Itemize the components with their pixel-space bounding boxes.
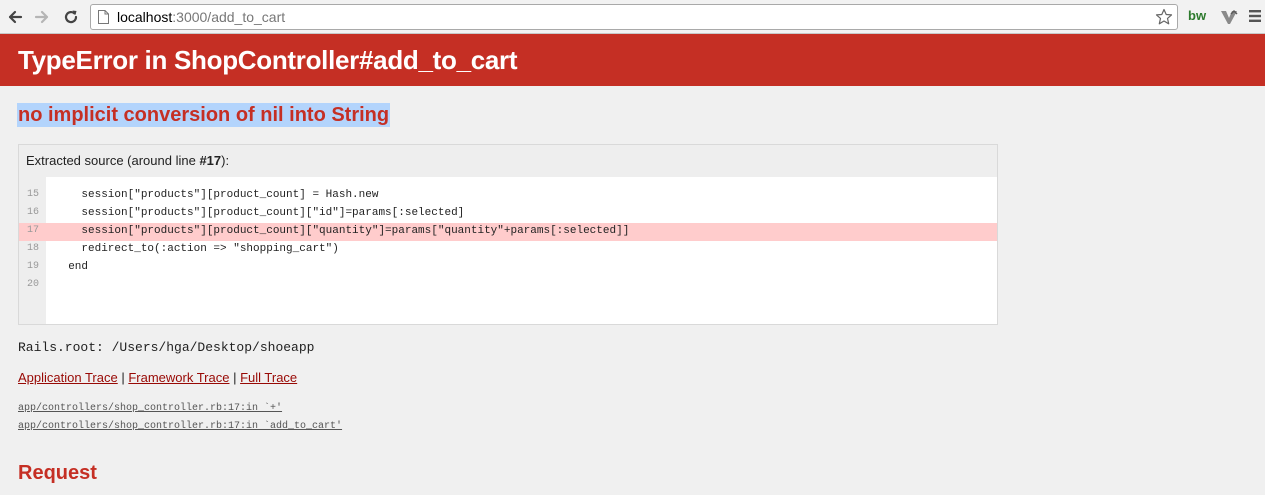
code-line: 16 session["products"][product_count]["i… [19,205,997,223]
code-line: 18 redirect_to(:action => "shopping_cart… [19,241,997,259]
arrow-left-icon [8,10,23,24]
line-code: session["products"][product_count] = Has… [55,189,379,201]
line-number: 17 [27,225,40,236]
error-message: no implicit conversion of nil into Strin… [17,103,391,127]
line-number: 19 [27,261,40,272]
source-header-prefix: Extracted source (around line [26,153,200,168]
line-number: 15 [27,189,40,200]
forward-button[interactable] [31,6,53,28]
line-code: session["products"][product_count]["quan… [55,225,630,237]
application-trace-link[interactable]: Application Trace [18,370,118,385]
url-path: :3000/add_to_cart [172,9,286,25]
v-extension-icon[interactable] [1219,7,1239,27]
menu-icon[interactable] [1248,9,1262,23]
trace-separator: | [117,370,129,385]
page-content: TypeError in ShopController#add_to_cart … [0,34,1265,495]
code-line: 15 session["products"][product_count] = … [19,187,997,205]
trace-item[interactable]: app/controllers/shop_controller.rb:17:in… [18,400,342,418]
source-header-line: #17 [199,153,222,168]
reload-icon [64,10,78,24]
bw-extension-icon[interactable]: bw [1188,8,1206,23]
trace-separator: | [229,370,241,385]
url-text[interactable]: localhost:3000/add_to_cart [117,9,285,25]
line-code: end [55,261,89,273]
address-bar[interactable]: localhost:3000/add_to_cart [90,4,1178,30]
line-number: 18 [27,243,40,254]
trace-toggle-links: Application Trace | Framework Trace | Fu… [18,370,297,385]
line-code: redirect_to(:action => "shopping_cart") [55,243,339,255]
reload-button[interactable] [60,6,82,28]
request-heading: Request [18,462,97,484]
full-trace-link[interactable]: Full Trace [240,370,297,385]
code-line: 19 end [19,259,997,277]
source-header: Extracted source (around line #17): [19,145,997,177]
trace-item[interactable]: app/controllers/shop_controller.rb:17:in… [18,418,342,436]
line-code: session["products"][product_count]["id"]… [55,207,465,219]
page-icon [98,10,109,24]
error-header: TypeError in ShopController#add_to_cart [0,34,1265,86]
application-trace-list: app/controllers/shop_controller.rb:17:in… [18,400,342,436]
error-title: TypeError in ShopController#add_to_cart [18,45,518,75]
line-number: 16 [27,207,40,218]
extracted-source: Extracted source (around line #17): 15 s… [18,144,998,325]
line-number: 20 [27,279,40,290]
code-line: 20 [19,277,997,295]
bookmark-star-icon[interactable] [1155,8,1173,26]
framework-trace-link[interactable]: Framework Trace [128,370,229,385]
browser-toolbar: localhost:3000/add_to_cart bw [0,0,1265,34]
source-header-suffix: ): [221,153,230,168]
rails-root: Rails.root: /Users/hga/Desktop/shoeapp [18,340,315,355]
arrow-right-icon [34,10,49,24]
url-host: localhost [117,9,173,25]
source-code: 15 session["products"][product_count] = … [19,177,997,324]
back-button[interactable] [4,6,26,28]
highlighted-code-line: 17 session["products"][product_count]["q… [19,223,997,241]
